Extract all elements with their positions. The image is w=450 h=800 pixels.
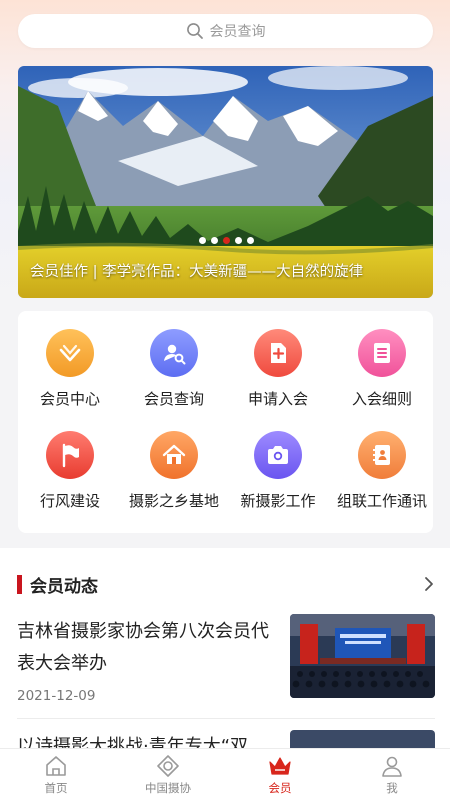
grid-item-conduct-building[interactable]: 行风建设 xyxy=(18,431,122,511)
list-divider xyxy=(17,718,435,719)
grid-item-member-search[interactable]: 会员查询 xyxy=(122,329,226,409)
carousel-dot[interactable] xyxy=(235,237,242,244)
news-item-date: 2021-12-09 xyxy=(17,688,96,704)
carousel-dot[interactable] xyxy=(211,237,218,244)
tab-profile[interactable]: 我 xyxy=(336,749,448,800)
list-document-icon xyxy=(358,329,406,377)
carousel-dot-active[interactable] xyxy=(223,237,230,244)
crown-tab-icon xyxy=(269,757,291,775)
grid-item-label: 新摄影工作 xyxy=(240,492,316,510)
home-tab-icon xyxy=(46,756,66,776)
camera-icon xyxy=(254,431,302,479)
grid-item-membership-rules[interactable]: 入会细则 xyxy=(330,329,434,409)
news-item-thumbnail[interactable] xyxy=(290,730,435,748)
search-icon xyxy=(186,23,203,39)
diamond-icon xyxy=(46,329,94,377)
tab-label: 会员 xyxy=(268,781,292,795)
grid-item-new-photography-work[interactable]: 新摄影工作 xyxy=(226,431,330,511)
grid-item-label: 组联工作通讯 xyxy=(336,492,427,510)
section-title: 会员动态 xyxy=(30,576,98,597)
grid-item-label: 摄影之乡基地 xyxy=(128,492,219,510)
association-tab-icon xyxy=(157,755,179,777)
flag-icon xyxy=(46,431,94,479)
tab-label: 首页 xyxy=(44,781,68,795)
news-item-thumbnail[interactable] xyxy=(290,614,435,698)
tab-label: 中国摄协 xyxy=(145,781,191,795)
conference-hall-image xyxy=(290,614,435,698)
tab-member[interactable]: 会员 xyxy=(224,749,336,800)
banner-carousel[interactable]: 会员佳作 | 李学亮作品：大美新疆——大自然的旋律 xyxy=(18,66,433,298)
grid-item-apply-membership[interactable]: 申请入会 xyxy=(226,329,330,409)
tab-label: 我 xyxy=(386,781,398,795)
add-document-icon xyxy=(254,329,302,377)
profile-tab-icon xyxy=(382,756,402,777)
grid-item-label: 会员查询 xyxy=(143,390,204,408)
tab-home[interactable]: 首页 xyxy=(0,749,112,800)
grid-item-label: 申请入会 xyxy=(247,390,308,408)
contacts-icon xyxy=(358,431,406,479)
section-marker xyxy=(17,574,22,594)
carousel-dot[interactable] xyxy=(247,237,254,244)
grid-item-member-center[interactable]: 会员中心 xyxy=(18,329,122,409)
news-item-title[interactable]: 吉林省摄影家协会第八次会员代表大会举办 xyxy=(17,616,275,680)
grid-item-label: 会员中心 xyxy=(39,390,100,408)
grid-item-photo-hometown-base[interactable]: 摄影之乡基地 xyxy=(122,431,226,511)
home-icon xyxy=(150,431,198,479)
search-bar[interactable]: 会员查询 xyxy=(18,14,433,48)
grid-item-liaison-newsletter[interactable]: 组联工作通讯 xyxy=(330,431,434,511)
member-search-icon xyxy=(150,329,198,377)
grid-item-label: 入会细则 xyxy=(351,390,412,408)
carousel-dot[interactable] xyxy=(199,237,206,244)
banner-caption: 会员佳作 | 李学亮作品：大美新疆——大自然的旋律 xyxy=(30,264,364,280)
grid-item-label: 行风建设 xyxy=(39,492,100,510)
member-news-section: 会员动态 吉林省摄影家协会第八次会员代表大会举办 2021-12-09 以诗摄影… xyxy=(0,548,450,748)
carousel-dots[interactable] xyxy=(199,237,254,244)
chevron-right-icon[interactable] xyxy=(422,576,436,592)
search-placeholder: 会员查询 xyxy=(209,24,266,40)
bottom-tab-bar: 首页 中国摄协 会员 我 xyxy=(0,748,450,800)
news-item-title[interactable]: 以诗摄影大挑战·青年专大“双 xyxy=(17,731,275,748)
tab-association[interactable]: 中国摄协 xyxy=(112,749,224,800)
section-header: 会员动态 xyxy=(17,573,98,597)
function-grid: 会员中心 会员查询 申请入会 入会细则 行风建设 摄影之乡基地 新摄影工作 组联… xyxy=(18,311,433,533)
